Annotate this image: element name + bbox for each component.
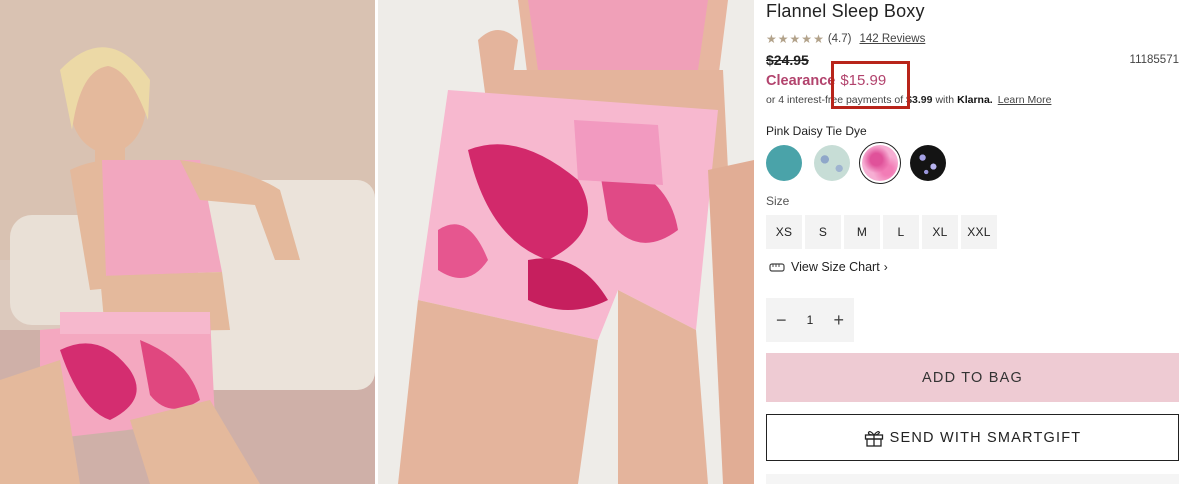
product-info-panel: Flannel Sleep Boxy ★ ★ ★ ★ ★ (4.7) 142 R… [766,0,1179,484]
klarna-learn-more-link[interactable]: Learn More [998,94,1052,106]
clearance-price-row: Clearance $15.99 [766,72,886,89]
size-option-l[interactable]: L [883,215,919,249]
klarna-with: with [935,94,955,106]
rating-row: ★ ★ ★ ★ ★ (4.7) 142 Reviews [766,33,925,45]
size-option-xxl[interactable]: XXL [961,215,997,249]
product-title: Flannel Sleep Boxy [766,1,925,21]
chevron-right-icon: › [883,260,888,274]
closeup-photo-image [378,0,754,484]
size-option-xl[interactable]: XL [922,215,958,249]
star-rating: ★ ★ ★ ★ ★ [766,33,824,45]
clearance-price: $15.99 [840,72,887,89]
klarna-amount: $3.99 [906,94,933,106]
original-price: $24.95 [766,52,809,68]
swatch-mint-print[interactable] [814,145,850,181]
star-icon: ★ [777,32,789,46]
quantity-decrease-button[interactable]: − [776,310,787,331]
view-size-chart-label: View Size Chart [791,260,880,274]
star-icon: ★ [801,32,813,46]
size-options: XS S M L XL XXL [766,215,997,249]
reviews-link[interactable]: 142 Reviews [859,33,925,45]
product-photo-closeup[interactable] [378,0,754,484]
klarna-prefix: or 4 interest-free payments of [766,94,904,106]
gift-icon [864,430,883,447]
item-number: 11185571 [1129,54,1179,66]
star-icon: ★ [766,32,777,46]
product-photo-lifestyle[interactable] [0,0,375,484]
smartgift-label: SEND WITH SMARTGIFT [889,429,1082,446]
quantity-increase-button[interactable]: + [833,310,844,331]
ruler-icon [769,263,785,272]
klarna-installments: or 4 interest-free payments of $3.99 wit… [766,94,1051,106]
star-icon: ★ [789,32,801,46]
color-swatches [766,142,946,184]
star-half-icon: ★ [813,32,824,46]
quantity-stepper: − 1 + [766,298,854,342]
view-size-chart-link[interactable]: View Size Chart › [769,260,888,274]
rating-value: (4.7) [827,33,852,45]
swatch-teal[interactable] [766,145,802,181]
quantity-value: 1 [806,313,814,327]
add-to-bag-button[interactable]: ADD TO BAG [766,353,1179,402]
lifestyle-photo-image [0,0,375,484]
clearance-label: Clearance [766,73,836,89]
size-option-s[interactable]: S [805,215,841,249]
klarna-logo: Klarna. [957,94,993,106]
swatch-black-butterfly[interactable] [910,145,946,181]
size-label: Size [766,194,790,208]
swatch-pink-tie-dye[interactable] [859,142,901,184]
next-section-edge [766,474,1179,484]
size-option-xs[interactable]: XS [766,215,802,249]
selected-color-name: Pink Daisy Tie Dye [766,124,867,138]
send-with-smartgift-button[interactable]: SEND WITH SMARTGIFT [766,414,1179,461]
size-option-m[interactable]: M [844,215,880,249]
